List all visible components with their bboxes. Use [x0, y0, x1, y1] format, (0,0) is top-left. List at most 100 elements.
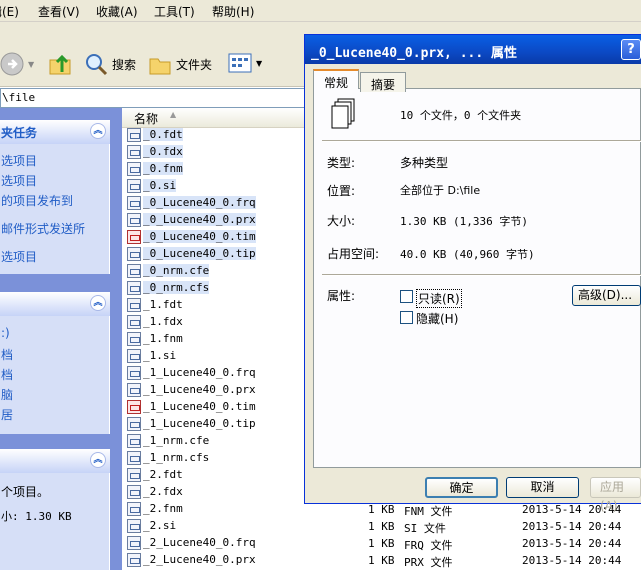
views-button[interactable]: ▼	[228, 52, 262, 74]
hidden-checkbox[interactable]	[400, 311, 413, 324]
details-count: 个项目。	[1, 485, 50, 499]
menu-bar: 编辑(E) 查看(V) 收藏(A) 工具(T) 帮助(H)	[0, 0, 641, 22]
ok-button[interactable]: 确定	[425, 477, 498, 498]
menu-favorites[interactable]: 收藏(A)	[96, 3, 138, 20]
file-name: _2.fdx	[143, 485, 183, 498]
file-row[interactable]: _1.fdx	[127, 313, 183, 330]
place-link[interactable]: 档	[1, 366, 13, 383]
up-folder-button[interactable]	[48, 52, 74, 76]
file-row[interactable]: _0_nrm.cfs	[127, 279, 210, 296]
file-name: _0_nrm.cfs	[143, 281, 210, 294]
file-row[interactable]: _2.si	[127, 517, 176, 534]
task-link[interactable]: 选项目	[1, 152, 37, 169]
location-value: 全部位于 D:\file	[400, 184, 481, 197]
other-places-header[interactable]: ︽	[0, 292, 110, 316]
search-label: 搜索	[112, 57, 137, 72]
disk-size-value: 40.0 KB (40,960 字节)	[400, 248, 535, 261]
file-icon	[127, 297, 141, 312]
menu-tools[interactable]: 工具(T)	[154, 3, 195, 20]
apply-button[interactable]: 应用(A)	[590, 477, 641, 513]
file-tasks-panel: 选项目 选项目 的项目发布到 邮件形式发送所 选项目	[0, 144, 110, 274]
readonly-label[interactable]: 只读(R)	[416, 289, 462, 308]
file-row[interactable]: _0_Lucene40_0.frq	[127, 194, 256, 211]
file-row[interactable]: _0.fdt	[127, 126, 183, 143]
views-icon	[228, 53, 252, 73]
detail-row[interactable]: 1 KB PRX 文件 2013-5-14 20:44	[306, 553, 641, 570]
tab-summary[interactable]: 摘要	[360, 72, 406, 92]
selection-summary: 10 个文件，0 个文件夹	[400, 109, 522, 122]
file-icon	[127, 280, 141, 295]
detail-row[interactable]: 1 KB FNM 文件 2013-5-14 20:44	[306, 502, 641, 519]
place-link[interactable]: 档	[1, 346, 13, 363]
column-header-name[interactable]: 名称 ▲	[122, 108, 306, 128]
task-link[interactable]: 选项目	[1, 172, 37, 189]
forward-button[interactable]: ▼	[0, 52, 34, 76]
menu-help[interactable]: 帮助(H)	[212, 3, 254, 20]
address-input[interactable]: \file	[0, 88, 305, 108]
file-row[interactable]: _2.fdt	[127, 466, 183, 483]
details-header[interactable]: ︽	[0, 449, 110, 473]
dialog-title-bar[interactable]: _0_Lucene40_0.prx, ... 属性	[305, 35, 641, 64]
file-row[interactable]: _1_Lucene40_0.tim	[127, 398, 256, 415]
cancel-button[interactable]: 取消	[506, 477, 579, 498]
place-link[interactable]: 脑	[1, 386, 13, 403]
file-tasks-header[interactable]: 夹任务 ︽	[0, 120, 110, 144]
file-row[interactable]: _1_Lucene40_0.tip	[127, 415, 256, 432]
detail-row[interactable]: 1 KB SI 文件 2013-5-14 20:44	[306, 519, 641, 536]
hidden-label[interactable]: 隐藏(H)	[416, 310, 458, 327]
file-row[interactable]: _2.fdx	[127, 483, 183, 500]
file-row[interactable]: _2_Lucene40_0.frq	[127, 534, 256, 551]
file-row[interactable]: _2.fnm	[127, 500, 183, 517]
file-row[interactable]: _1_Lucene40_0.frq	[127, 364, 256, 381]
task-link[interactable]: 邮件形式发送所	[1, 220, 85, 237]
detail-row[interactable]: 1 KB FRQ 文件 2013-5-14 20:44	[306, 536, 641, 553]
task-link[interactable]: 的项目发布到	[1, 192, 73, 209]
file-row[interactable]: _2_Lucene40_0.prx	[127, 551, 256, 568]
task-link[interactable]: 选项目	[1, 248, 37, 265]
file-row[interactable]: _1_nrm.cfe	[127, 432, 209, 449]
file-name: _0_Lucene40_0.frq	[143, 196, 256, 209]
tim-file-icon	[127, 399, 141, 414]
location-label: 位置:	[327, 184, 356, 198]
readonly-checkbox[interactable]	[400, 290, 413, 303]
file-row[interactable]: _1.fnm	[127, 330, 183, 347]
disk-size-label: 占用空间:	[327, 247, 380, 261]
file-row[interactable]: _1_nrm.cfs	[127, 449, 209, 466]
file-row[interactable]: _1.si	[127, 347, 176, 364]
file-row[interactable]: _0.si	[127, 177, 177, 194]
collapse-icon[interactable]: ︽	[90, 123, 106, 139]
chevron-down-icon: ▼	[256, 58, 263, 68]
file-icon	[127, 433, 141, 448]
file-row[interactable]: _1_Lucene40_0.prx	[127, 381, 256, 398]
file-icon	[127, 331, 141, 346]
file-row[interactable]: _0.fdx	[127, 143, 183, 160]
type-value: 多种类型	[400, 156, 449, 170]
file-name: _0_Lucene40_0.tim	[143, 230, 256, 243]
file-date: 2013-5-14 20:44	[522, 554, 622, 567]
menu-view[interactable]: 查看(V)	[38, 3, 80, 20]
file-icon	[127, 195, 141, 210]
file-size: 1 KB	[368, 537, 395, 550]
file-name: _1_Lucene40_0.frq	[143, 366, 256, 379]
file-row[interactable]: _0.fnm	[127, 160, 183, 177]
collapse-icon[interactable]: ︽	[90, 452, 106, 468]
folders-button[interactable]: 文件夹	[148, 52, 212, 76]
file-row[interactable]: _0_Lucene40_0.tim	[127, 228, 256, 245]
file-icon	[127, 535, 141, 550]
place-link[interactable]: 居	[1, 406, 13, 423]
place-link[interactable]: :)	[1, 326, 10, 340]
file-size: 1 KB	[368, 520, 395, 533]
tab-general[interactable]: 常规	[313, 69, 359, 90]
advanced-button[interactable]: 高级(D)...	[572, 285, 641, 306]
help-button[interactable]: ?	[621, 39, 641, 60]
file-row[interactable]: _0_Lucene40_0.prx	[127, 211, 256, 228]
file-row[interactable]: _0_nrm.cfe	[127, 262, 210, 279]
file-row[interactable]: _0_Lucene40_0.tip	[127, 245, 256, 262]
file-icon	[127, 127, 141, 142]
search-icon	[86, 54, 108, 76]
collapse-icon[interactable]: ︽	[90, 295, 106, 311]
file-name: _0.fdt	[143, 128, 183, 141]
menu-edit[interactable]: 编辑(E)	[0, 3, 19, 20]
file-row[interactable]: _1.fdt	[127, 296, 183, 313]
search-button[interactable]: 搜索	[84, 52, 136, 76]
